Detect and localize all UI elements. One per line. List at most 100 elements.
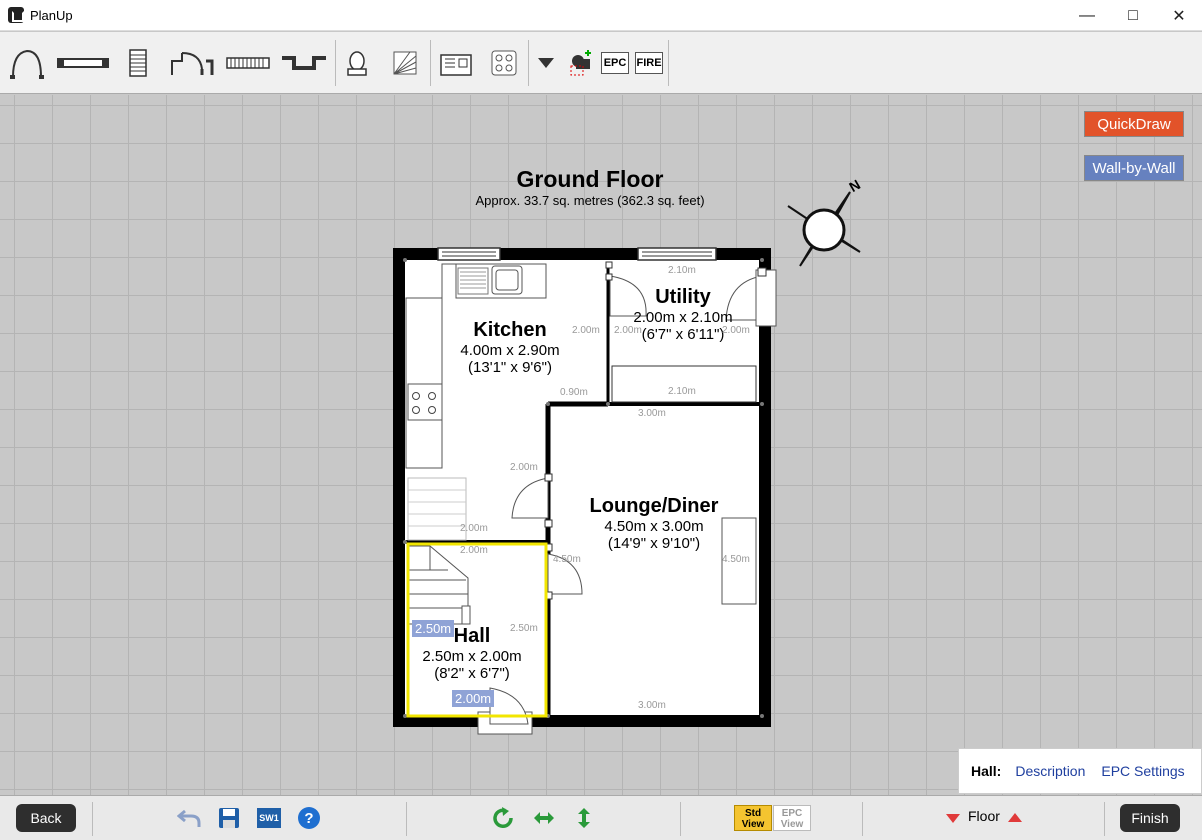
opening-tool[interactable]: [280, 44, 328, 82]
svg-text:?: ?: [304, 810, 313, 827]
toolbar: EPC FIRE: [0, 32, 1202, 94]
add-object-tool[interactable]: [566, 44, 594, 82]
undo-button[interactable]: [176, 805, 202, 831]
room-name-utility: Utility: [655, 286, 711, 308]
flip-vertical-icon: [578, 808, 590, 828]
room-imperial-hall: (8'2" x 6'7"): [434, 665, 510, 682]
dimension-label: 2.10m: [668, 386, 696, 397]
undo-icon: [177, 809, 201, 827]
bottom-bar: Back SW1 ? Std View EPC View Floor Finis…: [0, 795, 1202, 840]
toilet-icon: [347, 51, 367, 76]
hob-tool[interactable]: [490, 44, 518, 82]
dimension-label: 2.00m: [510, 462, 538, 473]
epc-tool[interactable]: EPC: [600, 44, 630, 82]
description-link[interactable]: Description: [1015, 763, 1085, 779]
dimension-label: 4.50m: [722, 554, 750, 565]
maximize-button[interactable]: □: [1110, 0, 1156, 31]
flip-horizontal-button[interactable]: [531, 805, 557, 831]
epc-settings-link[interactable]: EPC Settings: [1101, 763, 1184, 779]
dimension-label-selected[interactable]: 2.00m: [452, 690, 495, 707]
close-button[interactable]: ✕: [1156, 0, 1202, 31]
window-tool[interactable]: [56, 44, 110, 82]
dimension-label-selected[interactable]: 2.50m: [412, 620, 455, 637]
triangle-up-icon: [1008, 813, 1022, 822]
room-size-utility: 2.00m x 2.10m: [633, 309, 733, 326]
dimension-label: 2.50m: [510, 623, 538, 634]
epc-view-label: EPC: [781, 808, 803, 819]
more-dropdown[interactable]: [535, 44, 557, 82]
save-icon: [219, 808, 239, 828]
room-label-kitchen[interactable]: Kitchen 4.00m x 2.90m (13'1" x 9'6"): [430, 318, 590, 376]
dimension-label: 2.00m: [460, 545, 488, 556]
help-button[interactable]: ?: [296, 805, 322, 831]
wall-by-wall-button[interactable]: Wall-by-Wall: [1084, 155, 1184, 181]
door-tool[interactable]: [170, 44, 214, 82]
rotate-button[interactable]: [490, 805, 516, 831]
finish-button[interactable]: Finish: [1120, 804, 1180, 832]
title-bar: PlanUp — □ ✕: [0, 0, 1202, 31]
stairs-tool[interactable]: [126, 44, 152, 82]
dimension-label: 2.00m: [722, 325, 750, 336]
radiator-icon: [226, 57, 270, 69]
back-button[interactable]: Back: [16, 804, 76, 832]
floor-label: Floor: [968, 808, 1000, 824]
rotate-icon: [493, 807, 513, 828]
flip-vertical-button[interactable]: [571, 805, 597, 831]
save-button[interactable]: [216, 805, 242, 831]
minimize-button[interactable]: —: [1064, 0, 1110, 31]
app-icon: [8, 7, 24, 23]
std-view-label: Std: [744, 808, 762, 819]
opening-icon: [282, 56, 326, 70]
room-size-lounge: 4.50m x 3.00m: [604, 518, 704, 535]
room-icon: [440, 54, 472, 76]
hob-icon: [491, 50, 517, 76]
epc-view-label-2: View: [780, 819, 804, 830]
room-imperial-kitchen: (13'1" x 9'6"): [468, 359, 552, 376]
dimension-label: 2.00m: [572, 325, 600, 336]
room-imperial-lounge: (14'9" x 9'10"): [607, 535, 701, 552]
dimension-label: 3.00m: [638, 700, 666, 711]
dimension-label: 4.50m: [553, 554, 581, 565]
epc-view-button[interactable]: EPC View: [773, 805, 811, 831]
quickdraw-button[interactable]: QuickDraw: [1084, 111, 1184, 137]
selected-room-label: Hall:: [971, 763, 1002, 779]
radiator-tool[interactable]: [226, 44, 270, 82]
sw1-label: SW1: [257, 808, 281, 828]
window-title: PlanUp: [30, 8, 73, 23]
window-icon: [57, 58, 109, 68]
std-view-label-2: View: [741, 819, 765, 830]
arc-wall-icon: [10, 49, 44, 79]
std-view-button[interactable]: Std View: [734, 805, 772, 831]
help-icon: ?: [298, 807, 320, 829]
flip-horizontal-icon: [534, 812, 554, 824]
room-size-kitchen: 4.00m x 2.90m: [460, 342, 560, 359]
fire-tool[interactable]: FIRE: [634, 44, 664, 82]
room-name-kitchen: Kitchen: [473, 319, 547, 341]
room-size-hall: 2.50m x 2.00m: [422, 648, 522, 665]
stairs-icon: [129, 49, 147, 77]
dimension-label: 2.00m: [460, 523, 488, 534]
epc-tool-label: EPC: [601, 52, 629, 74]
door-icon: [171, 52, 214, 75]
room-label-lounge[interactable]: Lounge/Diner 4.50m x 3.00m (14'9" x 9'10…: [574, 494, 734, 552]
dimension-label: 0.90m: [560, 387, 588, 398]
triangle-down-icon: [946, 814, 960, 823]
properties-panel: Hall: Description EPC Settings: [958, 748, 1202, 794]
arc-wall-tool[interactable]: [8, 44, 46, 82]
toilet-tool[interactable]: [342, 44, 372, 82]
floor-down-button[interactable]: [944, 805, 962, 831]
floor-up-button[interactable]: [1006, 805, 1024, 831]
room-tool[interactable]: [438, 44, 474, 82]
shading-icon: [393, 51, 417, 75]
floor-title: Ground Floor: [516, 166, 664, 192]
room-name-lounge: Lounge/Diner: [589, 495, 719, 517]
dropdown-arrow-icon: [538, 58, 554, 68]
dimension-label: 2.10m: [668, 265, 696, 276]
fire-tool-label: FIRE: [635, 52, 663, 74]
add-object-icon: [570, 50, 591, 76]
sw1-button[interactable]: SW1: [256, 805, 282, 831]
dimension-label: 2.00m: [614, 325, 642, 336]
dimension-label: 3.00m: [638, 408, 666, 419]
shading-tool[interactable]: [390, 44, 420, 82]
floor-area: Approx. 33.7 sq. metres (362.3 sq. feet): [475, 193, 705, 208]
